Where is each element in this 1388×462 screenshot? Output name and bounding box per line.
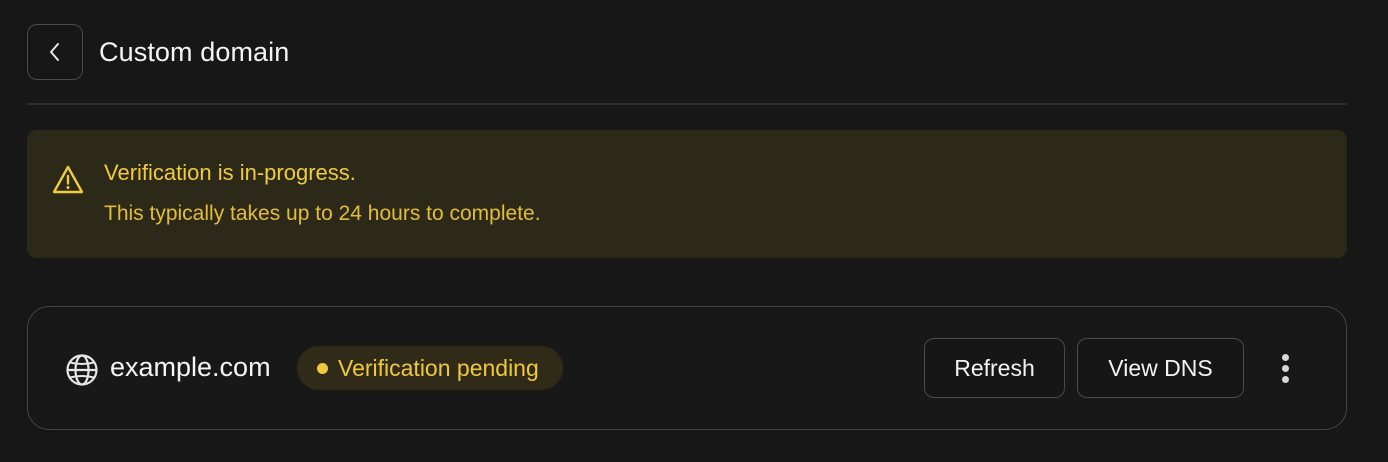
header-divider [27, 103, 1347, 105]
page-title: Custom domain [99, 36, 290, 67]
refresh-button[interactable]: Refresh [924, 338, 1065, 398]
status-label: Verification pending [338, 354, 539, 381]
more-options-button[interactable] [1268, 345, 1302, 391]
domain-card: example.com Verification pending Refresh… [27, 306, 1347, 430]
view-dns-button[interactable]: View DNS [1077, 338, 1244, 398]
back-button[interactable] [27, 24, 83, 80]
alert-description: This typically takes up to 24 hours to c… [104, 202, 541, 225]
chevron-left-icon [47, 41, 63, 63]
alert-title: Verification is in-progress. [104, 160, 356, 185]
domain-name: example.com [110, 352, 271, 382]
warning-triangle-icon [51, 164, 85, 196]
page-header: Custom domain [27, 22, 289, 82]
status-badge: Verification pending [297, 346, 563, 390]
globe-icon [65, 353, 99, 387]
more-vertical-icon [1281, 353, 1289, 361]
status-dot-icon [317, 362, 328, 374]
verification-alert: Verification is in-progress. This typica… [27, 130, 1347, 258]
custom-domain-page: Custom domain Verification is in-progres… [0, 0, 1388, 462]
